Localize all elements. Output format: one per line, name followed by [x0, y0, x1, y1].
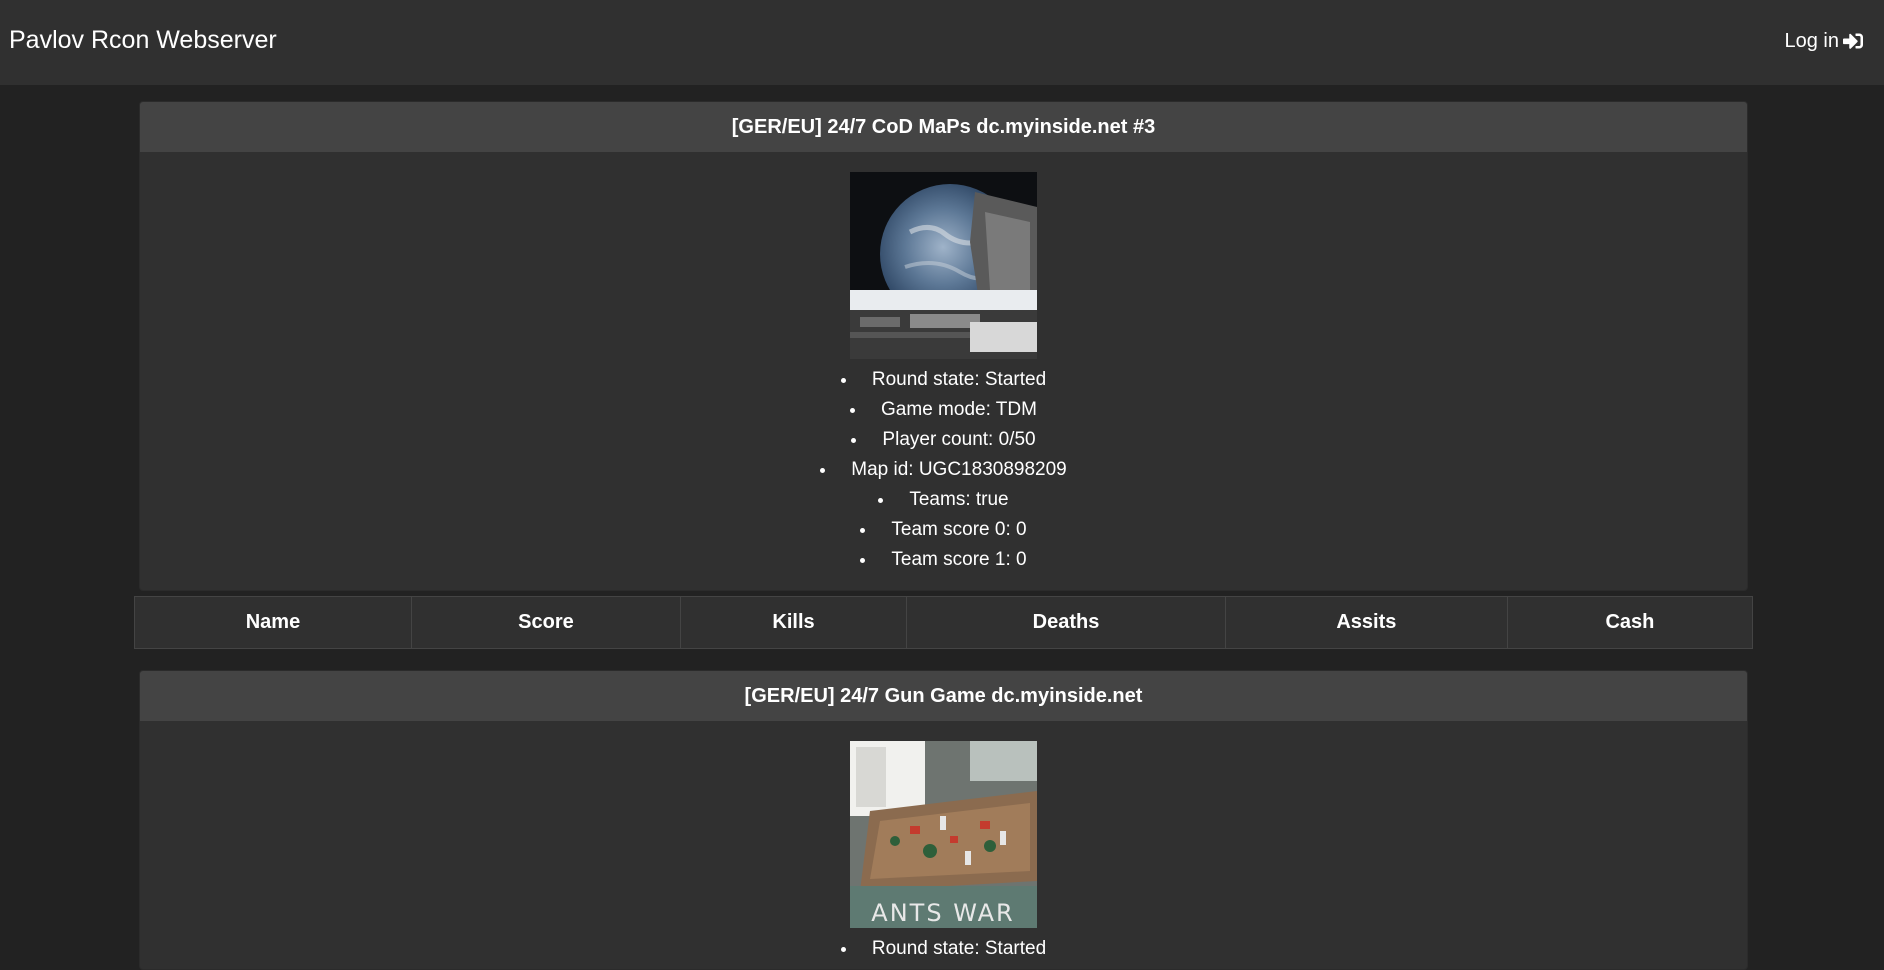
- map-thumbnail: [850, 172, 1037, 359]
- players-table: Name Score Kills Deaths Assits Cash: [134, 596, 1754, 649]
- table-header-row: Name Score Kills Deaths Assits Cash: [134, 596, 1754, 649]
- server-details: Round state: Started Game mode: TDM Play…: [140, 152, 1747, 575]
- list-item: Round state: Started: [140, 365, 1747, 395]
- server-title: [GER/EU] 24/7 CoD MaPs dc.myinside.net #…: [140, 102, 1747, 152]
- column-header-cash[interactable]: Cash: [1506, 596, 1754, 649]
- login-label[interactable]: Log in: [1785, 28, 1840, 54]
- server-card: [GER/EU] 24/7 CoD MaPs dc.myinside.net #…: [139, 101, 1748, 591]
- list-item: Map id: UGC1830898209: [140, 455, 1747, 485]
- column-header-assists[interactable]: Assits: [1224, 596, 1508, 649]
- map-thumbnail: ANTS WAR: [850, 741, 1037, 928]
- server-title: [GER/EU] 24/7 Gun Game dc.myinside.net: [140, 671, 1747, 721]
- server-details: ANTS WAR Round state: Started: [140, 721, 1747, 964]
- column-header-name[interactable]: Name: [134, 596, 412, 649]
- svg-text:ANTS WAR: ANTS WAR: [871, 899, 1014, 927]
- sign-in-icon[interactable]: [1843, 31, 1863, 51]
- site-brand[interactable]: Pavlov Rcon Webserver: [9, 24, 277, 56]
- list-item: Game mode: TDM: [140, 395, 1747, 425]
- column-header-kills[interactable]: Kills: [679, 596, 908, 649]
- list-item: Team score 0: 0: [140, 515, 1747, 545]
- column-header-score[interactable]: Score: [410, 596, 681, 649]
- login-link[interactable]: Log in: [1785, 28, 1863, 54]
- column-header-deaths[interactable]: Deaths: [906, 596, 1226, 649]
- server-card: [GER/EU] 24/7 Gun Game dc.myinside.net A…: [139, 670, 1748, 970]
- server-info-list: Round state: Started: [140, 934, 1747, 964]
- list-item: Teams: true: [140, 485, 1747, 515]
- list-item: Team score 1: 0: [140, 545, 1747, 575]
- server-info-list: Round state: Started Game mode: TDM Play…: [140, 365, 1747, 575]
- navbar: Pavlov Rcon Webserver Log in: [0, 0, 1884, 85]
- list-item: Round state: Started: [140, 934, 1747, 964]
- list-item: Player count: 0/50: [140, 425, 1747, 455]
